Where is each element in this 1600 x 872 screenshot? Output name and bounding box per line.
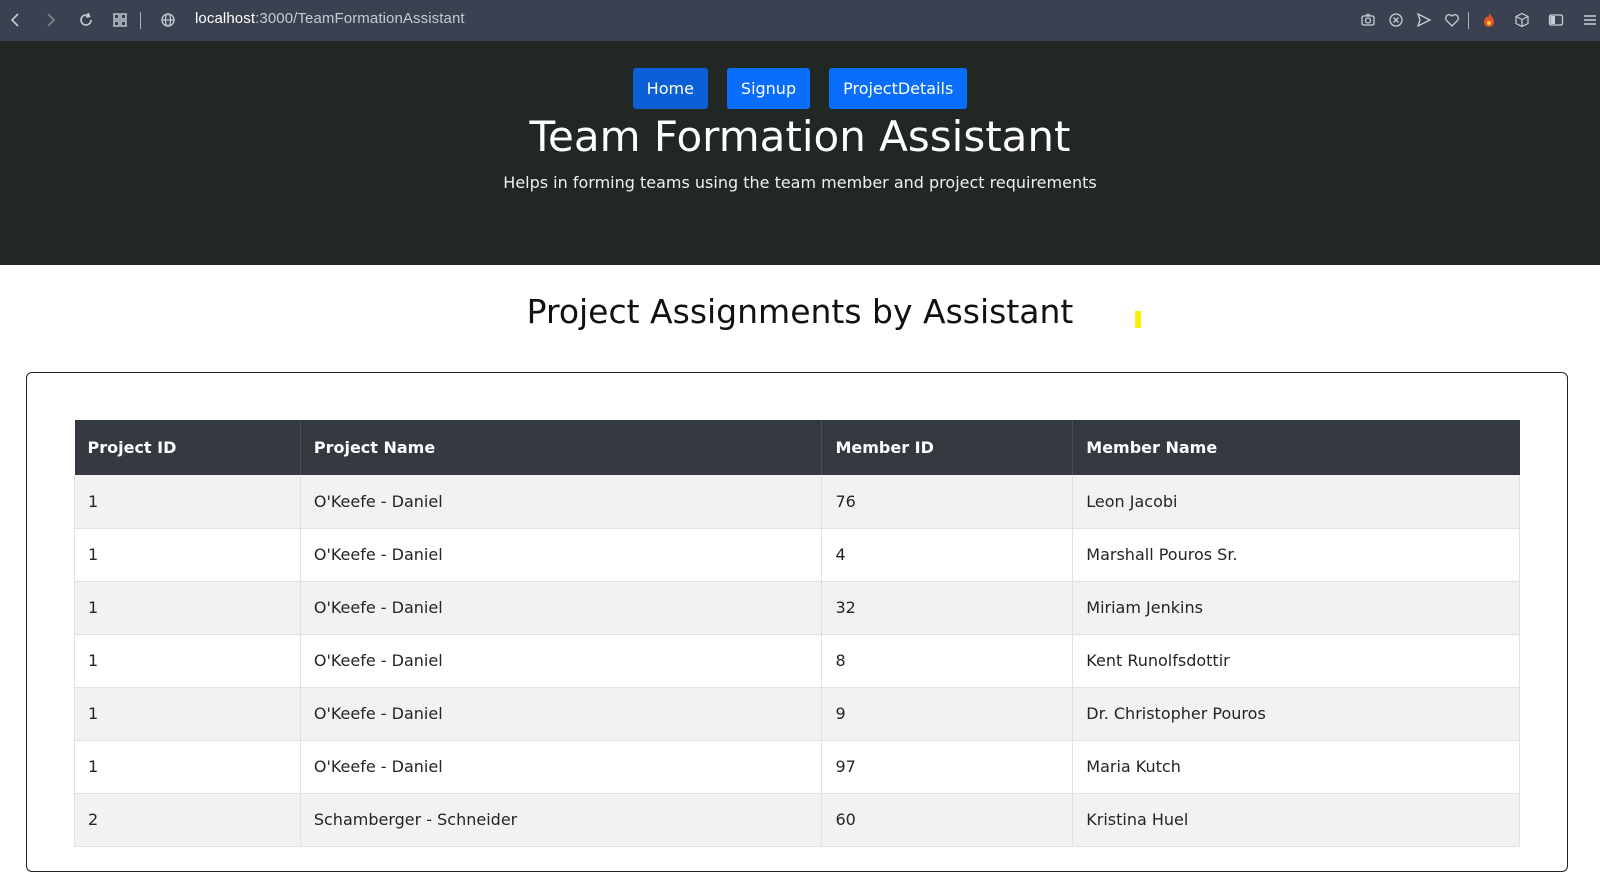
column-header-member-id: Member ID bbox=[821, 420, 1074, 475]
cell-project-id: 1 bbox=[74, 634, 301, 688]
table-row: 1 O'Keefe - Daniel 76 Leon Jacobi bbox=[74, 475, 1520, 529]
url-path: :3000/TeamFormationAssistant bbox=[255, 10, 465, 27]
cell-member-id: 9 bbox=[821, 687, 1074, 741]
table-row: 1 O'Keefe - Daniel 8 Kent Runolfsdottir bbox=[74, 634, 1520, 688]
cursor-highlight bbox=[1135, 311, 1141, 328]
page-title: Team Formation Assistant bbox=[529, 112, 1071, 161]
assignments-table: Project ID Project Name Member ID Member… bbox=[74, 420, 1520, 847]
cell-member-name: Miriam Jenkins bbox=[1072, 581, 1520, 635]
cell-project-name: O'Keefe - Daniel bbox=[299, 687, 823, 741]
nav-project-details-button[interactable]: ProjectDetails bbox=[829, 68, 968, 109]
browser-toolbar: localhost:3000/TeamFormationAssistant bbox=[0, 0, 1600, 41]
heart-icon[interactable] bbox=[1442, 10, 1462, 30]
block-icon[interactable] bbox=[1386, 10, 1406, 30]
cell-member-name: Kent Runolfsdottir bbox=[1072, 634, 1520, 688]
table-header-row: Project ID Project Name Member ID Member… bbox=[74, 420, 1520, 475]
toolbar-divider bbox=[140, 12, 141, 29]
cell-member-id: 60 bbox=[821, 793, 1074, 847]
url-host: localhost bbox=[195, 10, 256, 27]
cell-project-name: Schamberger - Schneider bbox=[299, 793, 823, 847]
forward-icon[interactable] bbox=[38, 8, 62, 32]
section-title: Project Assignments by Assistant bbox=[526, 292, 1074, 331]
table-row: 1 O'Keefe - Daniel 97 Maria Kutch bbox=[74, 740, 1520, 794]
menu-icon[interactable] bbox=[1580, 10, 1600, 30]
cell-project-name: O'Keefe - Daniel bbox=[299, 634, 823, 688]
cell-member-name: Marshall Pouros Sr. bbox=[1072, 528, 1520, 582]
reload-icon[interactable] bbox=[74, 8, 98, 32]
nav-bar: Home Signup ProjectDetails bbox=[0, 68, 1600, 109]
table-row: 1 O'Keefe - Daniel 32 Miriam Jenkins bbox=[74, 581, 1520, 635]
back-icon[interactable] bbox=[4, 8, 28, 32]
cell-project-id: 1 bbox=[74, 581, 301, 635]
cell-member-id: 4 bbox=[821, 528, 1074, 582]
sidebar-toggle-icon[interactable] bbox=[1546, 10, 1566, 30]
hero-banner: Home Signup ProjectDetails Team Formatio… bbox=[0, 41, 1600, 265]
cell-project-name: O'Keefe - Daniel bbox=[299, 581, 823, 635]
tabs-grid-icon[interactable] bbox=[108, 8, 132, 32]
cell-member-id: 76 bbox=[821, 475, 1074, 529]
table-row: 1 O'Keefe - Daniel 9 Dr. Christopher Pou… bbox=[74, 687, 1520, 741]
globe-icon bbox=[156, 8, 180, 32]
column-header-project-name: Project Name bbox=[300, 420, 823, 475]
toolbar-divider-right bbox=[1468, 12, 1469, 29]
nav-signup-button[interactable]: Signup bbox=[726, 68, 811, 109]
address-bar[interactable]: localhost:3000/TeamFormationAssistant bbox=[195, 10, 465, 27]
column-header-member-name: Member Name bbox=[1086, 438, 1218, 457]
cell-project-id: 1 bbox=[74, 740, 301, 794]
cell-project-name: O'Keefe - Daniel bbox=[299, 740, 823, 794]
cell-project-id: 1 bbox=[74, 528, 301, 582]
cell-project-id: 2 bbox=[74, 793, 301, 847]
cell-member-id: 97 bbox=[821, 740, 1074, 794]
camera-icon[interactable] bbox=[1358, 10, 1378, 30]
nav-home-button[interactable]: Home bbox=[632, 68, 708, 109]
cell-member-name: Dr. Christopher Pouros bbox=[1072, 687, 1520, 741]
cell-member-name: Kristina Huel bbox=[1072, 793, 1520, 847]
cell-project-id: 1 bbox=[74, 687, 301, 741]
cell-member-name: Maria Kutch bbox=[1072, 740, 1520, 794]
cell-project-id: 1 bbox=[74, 475, 301, 529]
cell-project-name: O'Keefe - Daniel bbox=[299, 475, 823, 529]
cell-member-id: 8 bbox=[821, 634, 1074, 688]
column-header-project-id: Project ID bbox=[74, 420, 301, 475]
cube-icon[interactable] bbox=[1512, 10, 1532, 30]
extension-fire-icon[interactable] bbox=[1479, 10, 1499, 30]
send-icon[interactable] bbox=[1414, 10, 1434, 30]
page-subtitle: Helps in forming teams using the team me… bbox=[503, 173, 1097, 192]
cell-project-name: O'Keefe - Daniel bbox=[299, 528, 823, 582]
cell-member-name: Leon Jacobi bbox=[1072, 475, 1520, 529]
table-row: 2 Schamberger - Schneider 60 Kristina Hu… bbox=[74, 793, 1520, 847]
cell-member-id: 32 bbox=[821, 581, 1074, 635]
table-row: 1 O'Keefe - Daniel 4 Marshall Pouros Sr. bbox=[74, 528, 1520, 582]
